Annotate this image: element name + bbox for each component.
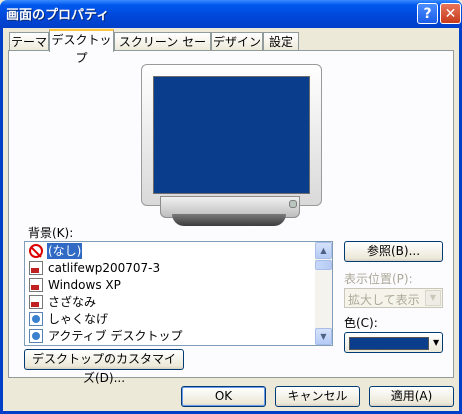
tab-desktop[interactable]: デスクトップ [49,29,114,65]
html-file-icon [29,329,43,343]
color-label: 色(C): [344,316,378,330]
cancel-button[interactable]: キャンセル [275,386,360,407]
no-entry-icon [29,244,43,258]
tab-themes[interactable]: テーマ [9,32,49,51]
list-item-label: catlifewp200707-3 [48,261,161,275]
tab-settings[interactable]: 設定 [263,32,299,51]
position-dropdown[interactable]: 拡大して表示 ▼ [344,288,443,308]
tab-appearance[interactable]: デザイン [211,32,263,51]
list-item[interactable]: Windows XP [27,277,313,293]
help-button[interactable]: ? [417,3,438,24]
browse-button[interactable]: 参照(B)... [344,241,443,262]
background-label: 背景(K): [28,226,74,240]
position-value: 拡大して表示 [348,293,420,307]
list-item-label: (なし) [45,242,84,260]
title-bar: 画面のプロパティ ? ✕ [0,0,462,28]
customize-desktop-button[interactable]: デスクトップのカスタマイズ(D)... [24,349,184,385]
list-item-label: さざなみ [48,295,97,309]
close-button[interactable]: ✕ [440,3,461,24]
list-item[interactable]: さざなみ [27,294,313,310]
chevron-down-icon: ▼ [425,290,441,306]
html-file-icon [29,312,43,326]
image-file-icon [29,261,43,275]
color-swatch [349,337,429,350]
tab-screensaver[interactable]: スクリーン セーバー [114,32,211,67]
list-item[interactable]: catlifewp200707-3 [27,260,313,276]
monitor-stand [172,214,286,226]
window-title: 画面のプロパティ [6,8,110,23]
ok-button[interactable]: OK [181,386,266,407]
apply-button[interactable]: 適用(A) [369,386,454,407]
position-label: 表示位置(P): [344,272,413,286]
listbox-scrollbar[interactable]: ▲ ▼ [315,242,332,345]
list-item[interactable]: アクティブ デスクトップ [27,328,313,344]
color-picker-button[interactable]: ▼ [344,332,443,353]
scroll-down-button[interactable]: ▼ [315,328,332,345]
list-item-label: しゃくなげ [48,312,109,326]
list-item[interactable]: (なし) [27,242,313,260]
desktop-preview-screen [153,76,310,194]
scroll-thumb[interactable] [315,260,332,270]
list-item-label: Windows XP [48,278,121,292]
power-led-icon [289,200,297,208]
scroll-up-button[interactable]: ▲ [315,242,332,259]
list-item[interactable]: しゃくなげ [27,311,313,327]
list-item-label: アクティブ デスクトップ [48,329,183,343]
image-file-icon [29,278,43,292]
image-file-icon [29,295,43,309]
background-listbox[interactable]: (なし) catlifewp200707-3 Windows XP さざなみ し… [24,241,333,346]
chevron-down-icon: ▼ [433,338,440,347]
monitor-preview [141,64,322,206]
